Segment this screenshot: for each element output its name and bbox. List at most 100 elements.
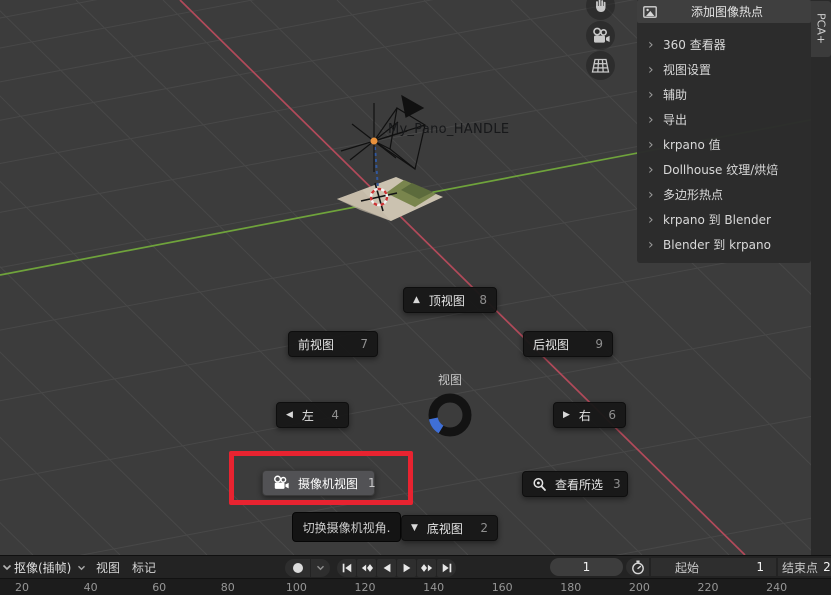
prev-keyframe-icon xyxy=(359,562,375,574)
current-frame-field[interactable]: 1 xyxy=(550,558,623,576)
panel-section-label: 多边形热点 xyxy=(663,186,723,203)
pie-item-top-view[interactable]: ▲ 顶视图8 xyxy=(403,287,497,313)
play-reverse-icon xyxy=(381,562,393,574)
pie-menu-title: 视图 xyxy=(410,371,490,388)
pie-item-back-view[interactable]: 后视图9 xyxy=(523,331,613,357)
auto-keying-group xyxy=(285,556,330,579)
jump-to-start-button[interactable] xyxy=(337,559,356,577)
panel-section-krpano 值[interactable]: ›krpano 值 xyxy=(637,132,811,157)
timeline-ruler[interactable]: 20406080100120140160180200220240 xyxy=(0,578,831,595)
expand-chevron-icon: › xyxy=(648,112,663,128)
jump-to-end-button[interactable] xyxy=(437,559,456,577)
expand-chevron-icon: › xyxy=(648,37,663,53)
keying-dropdown[interactable]: 抠像(插帧) xyxy=(14,556,86,579)
jump-to-start-icon xyxy=(340,562,354,574)
panel-section-label: Dollhouse 纹理/烘焙 xyxy=(663,161,778,178)
hand-icon xyxy=(592,0,609,14)
menu-marker[interactable]: 标记 xyxy=(132,556,156,579)
panel-section-Blender 到 krpano[interactable]: ›Blender 到 krpano xyxy=(637,232,811,257)
camera-view-button[interactable] xyxy=(586,21,615,50)
panel-section-Dollhouse 纹理/烘焙[interactable]: ›Dollhouse 纹理/烘焙 xyxy=(637,157,811,182)
panel-section-导出[interactable]: ›导出 xyxy=(637,107,811,132)
panel-section-list: ›360 查看器›视图设置›辅助›导出›krpano 值›Dollhouse 纹… xyxy=(637,23,811,257)
panel-header-add-image-hotspot[interactable]: 添加图像热点 xyxy=(637,0,811,23)
frame-end-field[interactable]: 结束点250 xyxy=(778,558,831,576)
pan-hand-button[interactable] xyxy=(586,0,615,20)
ruler-frame-number: 240 xyxy=(766,581,787,594)
image-icon xyxy=(637,6,663,18)
next-keyframe-icon xyxy=(419,562,435,574)
expand-chevron-icon: › xyxy=(648,62,663,78)
frame-start-field[interactable]: 起始1 xyxy=(651,558,776,576)
ruler-frame-number: 100 xyxy=(286,581,307,594)
pie-item-bottom-view[interactable]: ▼ 底视图2 xyxy=(401,515,498,541)
play-icon xyxy=(401,562,413,574)
keying-options-dropdown[interactable] xyxy=(311,559,330,577)
ruler-frame-number: 40 xyxy=(84,581,98,594)
panel-section-label: krpano 到 Blender xyxy=(663,211,771,228)
ruler-frame-number: 200 xyxy=(629,581,650,594)
ground-image-plane xyxy=(337,177,443,221)
panel-header-label: 添加图像热点 xyxy=(663,3,811,20)
triangle-down-icon: ▼ xyxy=(411,523,418,533)
grid-perspective-icon xyxy=(591,58,610,74)
blender-window: My_Pano_HANDLE xyxy=(0,0,831,595)
panel-section-多边形热点[interactable]: ›多边形热点 xyxy=(637,182,811,207)
next-keyframe-button[interactable] xyxy=(417,559,436,577)
play-reverse-button[interactable] xyxy=(377,559,396,577)
panel-section-label: 导出 xyxy=(663,111,687,128)
viewport-gizmos xyxy=(586,0,616,81)
expand-chevron-icon: › xyxy=(648,137,663,153)
use-preview-range-button[interactable] xyxy=(626,558,649,576)
ruler-frame-number: 120 xyxy=(355,581,376,594)
ruler-frame-number: 160 xyxy=(492,581,513,594)
pie-item-right-view[interactable]: ▶ 右6 xyxy=(553,402,626,428)
menu-view[interactable]: 视图 xyxy=(96,556,120,579)
stopwatch-icon xyxy=(631,560,645,575)
panel-section-辅助[interactable]: ›辅助 xyxy=(637,82,811,107)
magnifier-icon xyxy=(532,477,547,492)
pie-item-camera-view[interactable]: 摄像机视图1 xyxy=(262,470,375,496)
expand-chevron-icon: › xyxy=(648,212,663,228)
record-circle-icon xyxy=(293,563,303,573)
timeline-header: 抠像(插帧) 视图 标记 xyxy=(0,555,831,578)
ruler-frame-number: 60 xyxy=(152,581,166,594)
expand-chevron-icon: › xyxy=(648,87,663,103)
pie-item-view-selected[interactable]: 查看所选3 xyxy=(522,471,628,497)
panel-section-label: Blender 到 krpano xyxy=(663,236,771,253)
triangle-left-icon: ◀ xyxy=(286,410,293,420)
expand-chevron-icon: › xyxy=(648,187,663,203)
panel-section-视图设置[interactable]: ›视图设置 xyxy=(637,57,811,82)
ruler-frame-number: 180 xyxy=(560,581,581,594)
play-button[interactable] xyxy=(397,559,416,577)
panel-section-label: 辅助 xyxy=(663,86,687,103)
movie-camera-icon xyxy=(272,475,290,491)
pie-item-front-view[interactable]: 前视图7 xyxy=(288,331,378,357)
jump-to-end-icon xyxy=(440,562,454,574)
playback-controls xyxy=(337,556,456,579)
ruler-frame-number: 20 xyxy=(15,581,29,594)
triangle-up-icon: ▲ xyxy=(413,295,420,305)
chevron-down-icon xyxy=(316,565,325,571)
triangle-right-icon: ▶ xyxy=(563,410,570,420)
panel-section-360 查看器[interactable]: ›360 查看器 xyxy=(637,32,811,57)
panel-section-label: 360 查看器 xyxy=(663,36,726,53)
chevron-down-icon xyxy=(77,565,86,571)
object-name-label: My_Pano_HANDLE xyxy=(388,122,509,137)
expand-chevron-icon: › xyxy=(648,162,663,178)
perspective-toggle-button[interactable] xyxy=(586,51,615,80)
pie-item-left-view[interactable]: ◀ 左4 xyxy=(276,402,349,428)
record-button[interactable] xyxy=(285,559,310,577)
sidebar-tab-pca[interactable]: PCA+ xyxy=(811,1,831,57)
movie-camera-icon xyxy=(591,27,611,45)
sidebar-tab-strip xyxy=(811,0,831,555)
object-origin-dot xyxy=(371,138,378,145)
expand-chevron-icon: › xyxy=(648,237,663,253)
panel-section-label: krpano 值 xyxy=(663,136,721,153)
prev-keyframe-button[interactable] xyxy=(357,559,376,577)
pie-menu-donut xyxy=(427,392,473,438)
constraint-dashed-line xyxy=(375,147,378,189)
panel-section-krpano 到 Blender[interactable]: ›krpano 到 Blender xyxy=(637,207,811,232)
chevron-down-icon[interactable] xyxy=(2,556,12,579)
frame-range-group: 起始1 结束点250 xyxy=(626,558,831,576)
